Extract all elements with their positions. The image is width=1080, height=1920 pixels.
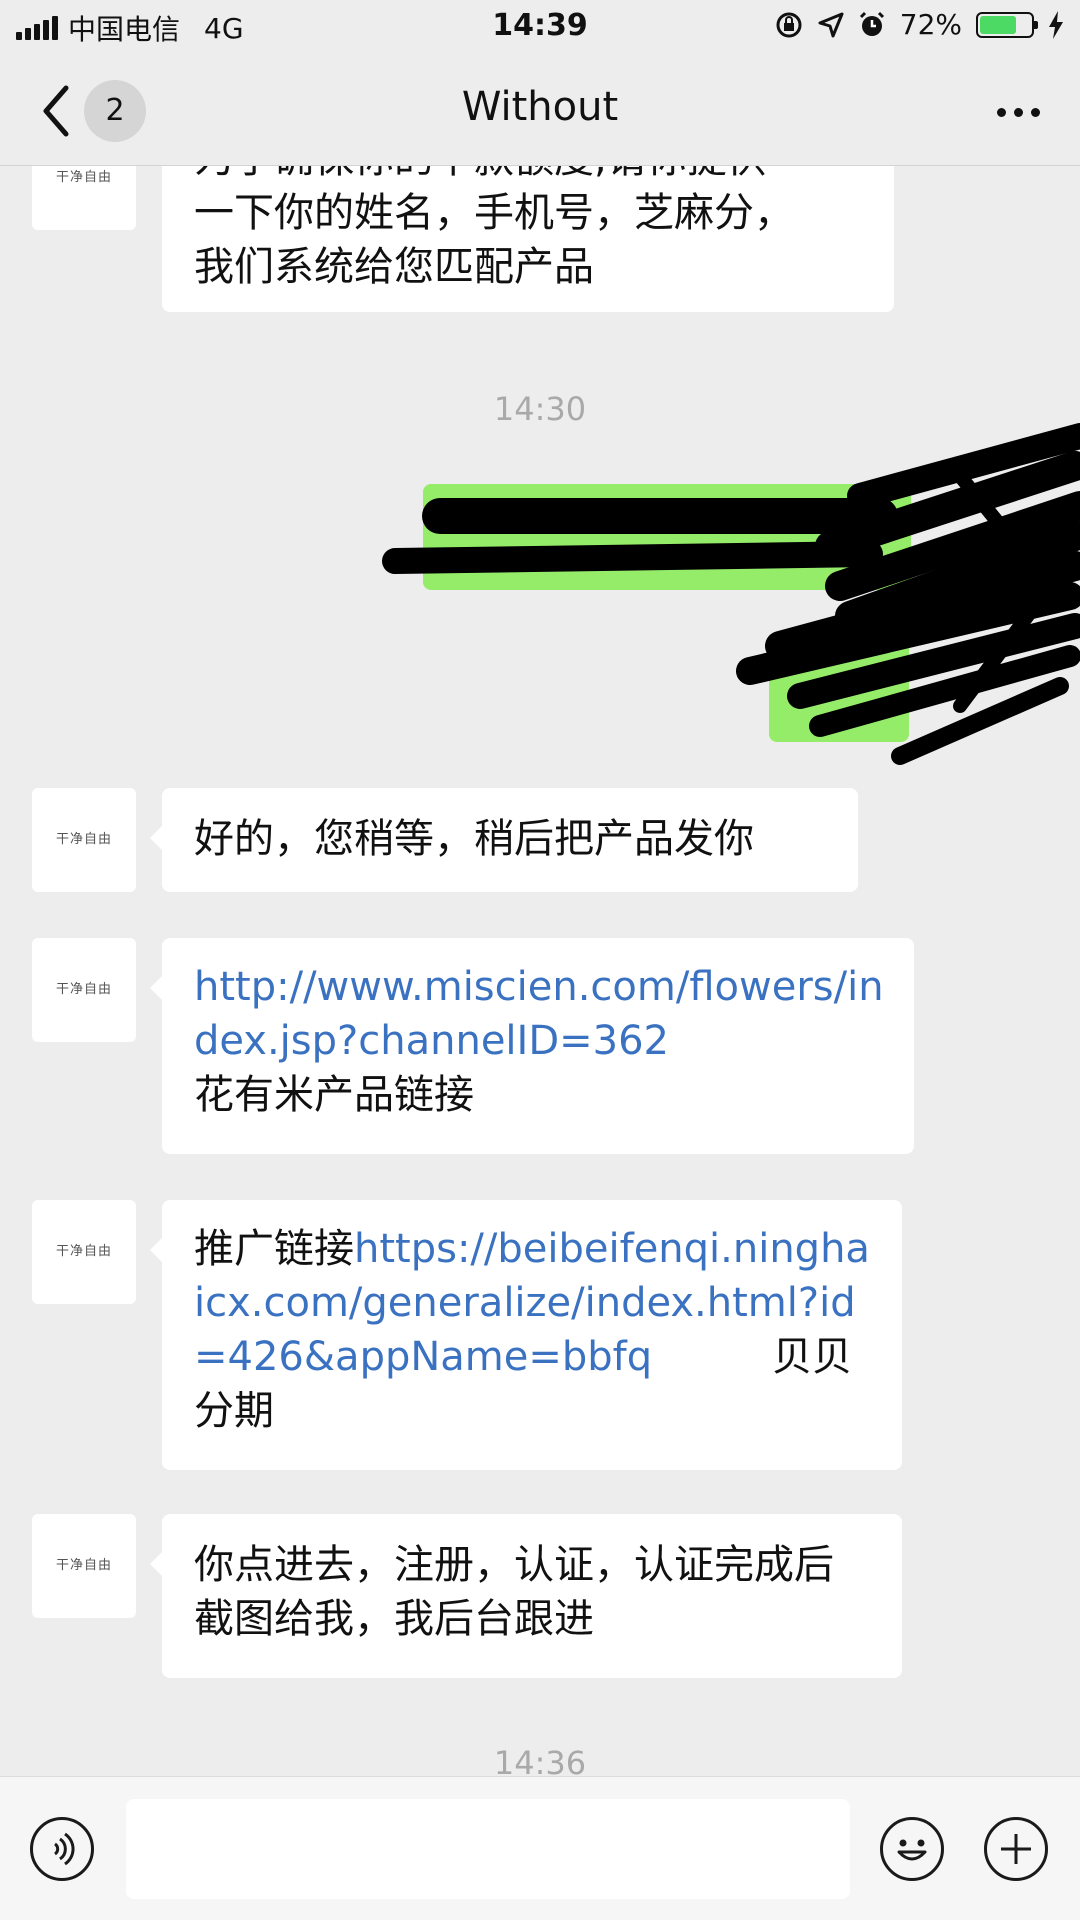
status-right: 72%: [774, 8, 1064, 41]
rotation-lock-icon: [776, 12, 802, 37]
location-icon: [818, 12, 844, 37]
battery-percent: 72%: [899, 8, 962, 41]
input-bar: [0, 1776, 1080, 1920]
message-input[interactable]: [126, 1799, 850, 1899]
avatar-label: 干净自由: [56, 1558, 113, 1573]
timestamp: 14:36: [493, 1744, 587, 1776]
message-bubble[interactable]: http://www.miscien.com/flowers/index.jsp…: [150, 938, 914, 1154]
emoji-icon[interactable]: [880, 1817, 944, 1881]
chat-area[interactable]: 干净自由 为了确保你的下款额度,请你提供 一下你的姓名，手机号，芝麻分， 我们系…: [0, 166, 1080, 1776]
alarm-icon: [859, 11, 884, 36]
plus-icon[interactable]: [984, 1817, 1048, 1881]
battery-fill: [980, 15, 1016, 34]
message-text: 你点进去，注册，认证，认证完成后截图给我，我后台跟进: [194, 1542, 834, 1642]
message-text: 推广链接: [194, 1226, 354, 1272]
avatar-label: 干净自由: [56, 832, 113, 847]
message-bubble[interactable]: 推广链接https://beibeifenqi.ninghaicx.com/ge…: [150, 1200, 902, 1470]
avatar-label: 干净自由: [56, 1244, 113, 1259]
message-text: 好的，您稍等，稍后把产品发你: [194, 816, 754, 862]
avatar[interactable]: 干净自由: [32, 1514, 136, 1618]
more-dots-icon[interactable]: [997, 108, 1040, 117]
avatar[interactable]: 干净自由: [32, 938, 136, 1042]
message-bubble[interactable]: 好的，您稍等，稍后把产品发你: [150, 788, 858, 892]
status-bar: 中国电信 4G 14:39 72%: [0, 0, 1080, 56]
voice-icon[interactable]: [30, 1817, 94, 1881]
message-text: 花有米产品链接: [194, 1072, 474, 1118]
redaction-scribble: [382, 423, 1080, 765]
battery-icon: [976, 11, 1038, 38]
avatar[interactable]: 干净自由: [32, 1200, 136, 1304]
message-bubble[interactable]: 你点进去，注册，认证，认证完成后截图给我，我后台跟进: [150, 1514, 902, 1678]
nav-bar: 2 Without: [0, 56, 1080, 166]
avatar-label: 干净自由: [56, 982, 113, 997]
charging-bolt-icon: [1049, 10, 1063, 39]
chat-title: Without: [461, 84, 619, 130]
message-link[interactable]: http://www.miscien.com/flowers/index.jsp…: [194, 960, 890, 1068]
avatar[interactable]: 干净自由: [32, 788, 136, 892]
